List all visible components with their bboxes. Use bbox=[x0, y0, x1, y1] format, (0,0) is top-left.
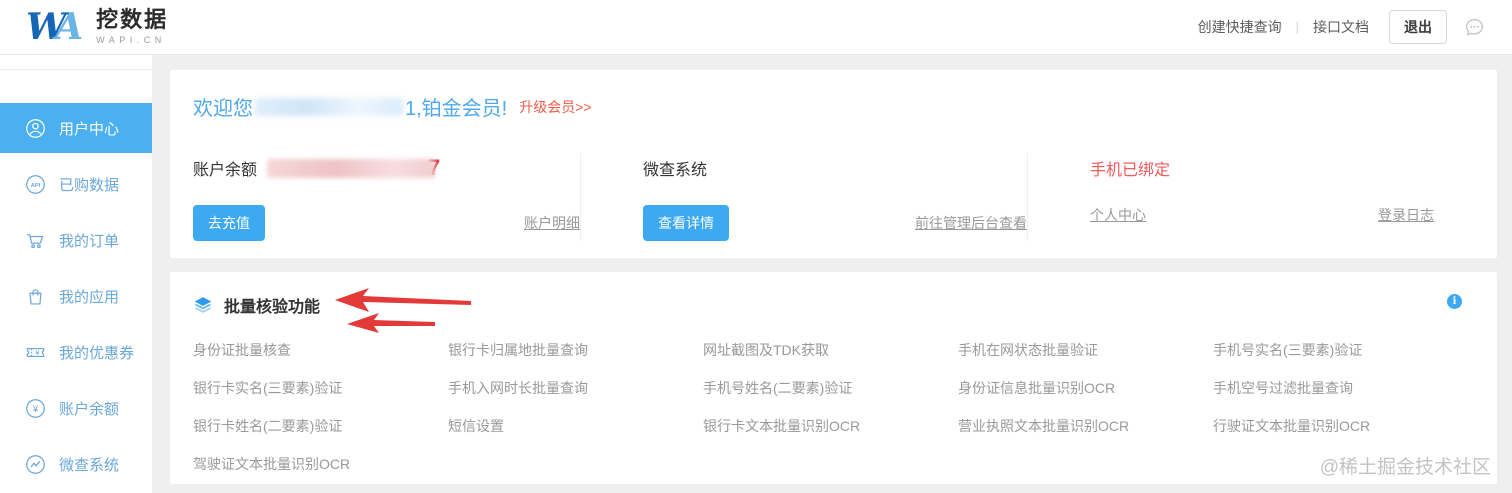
sidebar-item-label: 微查系统 bbox=[59, 456, 120, 474]
batch-function-link[interactable]: 银行卡实名(三要素)验证 bbox=[193, 369, 448, 407]
svg-text:¥: ¥ bbox=[35, 348, 40, 357]
phone-bound-status: 手机已绑定 bbox=[1090, 162, 1171, 179]
coupon-icon: ¥ bbox=[24, 342, 46, 363]
account-detail-link[interactable]: 账户明细 bbox=[524, 213, 580, 233]
cart-icon bbox=[24, 230, 46, 251]
batch-function-link[interactable]: 手机入网时长批量查询 bbox=[448, 369, 703, 407]
batch-function-link[interactable]: 短信设置 bbox=[448, 407, 703, 445]
phone-binding-section: 手机已绑定 个人中心 登录日志 bbox=[1027, 153, 1474, 241]
login-log-link[interactable]: 登录日志 bbox=[1378, 205, 1434, 225]
upgrade-membership-link[interactable]: 升级会员>> bbox=[519, 97, 591, 117]
sidebar-item-label: 已购数据 bbox=[59, 176, 120, 194]
main-content: 欢迎您1,铂金会员! 升级会员>> 账户余额 7 去充值 账户明细 bbox=[152, 55, 1512, 493]
wecha-system-label: 微查系统 bbox=[643, 162, 708, 179]
sidebar-item-label: 用户中心 bbox=[59, 120, 120, 138]
sidebar: 用户中心 API 已购数据 我的订单 我的应用 ¥ 我的优惠券 ¥ 账户余额 微… bbox=[0, 55, 152, 493]
user-icon bbox=[24, 118, 46, 139]
brand-domain: WAPI.CN bbox=[96, 34, 166, 45]
sidebar-item[interactable]: API 已购数据 bbox=[0, 159, 152, 209]
sidebar-item[interactable]: 我的应用 bbox=[0, 271, 152, 321]
batch-function-link[interactable]: 驾驶证文本批量识别OCR bbox=[193, 445, 448, 483]
redacted-balance-amount bbox=[267, 158, 436, 178]
app-header: WA 挖数据 WAPI.CN 创建快捷查询 接口文档 退出 bbox=[0, 0, 1512, 55]
layers-icon bbox=[193, 295, 213, 315]
sidebar-item[interactable]: 用户中心 bbox=[0, 103, 152, 153]
wecha-system-section: 微查系统 查看详情 前往管理后台查看 bbox=[580, 153, 1027, 241]
batch-function-link[interactable]: 网址截图及TDK获取 bbox=[703, 331, 958, 369]
batch-function-link[interactable]: 银行卡归属地批量查询 bbox=[448, 331, 703, 369]
community-watermark: @稀土掘金技术社区 bbox=[1319, 457, 1491, 478]
wa-logo-icon: WA bbox=[26, 5, 83, 48]
create-quick-query-link[interactable]: 创建快捷查询 bbox=[1198, 17, 1282, 37]
svg-text:¥: ¥ bbox=[31, 404, 38, 415]
batch-function-link[interactable]: 手机号姓名(二要素)验证 bbox=[703, 369, 958, 407]
batch-function-link[interactable]: 银行卡姓名(二要素)验证 bbox=[193, 407, 448, 445]
welcome-message: 欢迎您 1,铂金会员! bbox=[193, 97, 508, 120]
sidebar-item-label: 我的应用 bbox=[59, 288, 120, 306]
sidebar-item-label: 我的订单 bbox=[59, 232, 120, 250]
message-bubble-icon[interactable] bbox=[1463, 16, 1486, 39]
svg-text:API: API bbox=[30, 182, 40, 188]
balance-label: 账户余额 bbox=[193, 162, 258, 179]
chart-icon bbox=[24, 454, 46, 475]
admin-backend-link[interactable]: 前往管理后台查看 bbox=[915, 213, 1027, 233]
batch-function-link[interactable]: 银行卡文本批量识别OCR bbox=[703, 407, 958, 445]
sidebar-item[interactable]: 微查系统 bbox=[0, 439, 152, 489]
header-separator bbox=[1296, 18, 1299, 36]
batch-verification-card: 批量核验功能 身份证批量核查 银行卡归属地批量查询 网址截图及TDK获取 手机 bbox=[170, 272, 1497, 484]
sidebar-divider bbox=[0, 69, 152, 70]
yuan-icon: ¥ bbox=[24, 398, 46, 419]
api-icon: API bbox=[24, 174, 46, 195]
batch-function-link[interactable]: 行驶证文本批量识别OCR bbox=[1213, 407, 1468, 445]
batch-section-title: 批量核验功能 bbox=[224, 299, 321, 316]
sidebar-item-label: 我的优惠券 bbox=[59, 344, 135, 362]
batch-function-link[interactable]: 手机号实名(三要素)验证 bbox=[1213, 331, 1468, 369]
bag-icon bbox=[24, 286, 46, 307]
brand-logo[interactable]: WA 挖数据 WAPI.CN bbox=[26, 8, 168, 45]
sidebar-item-label: 账户余额 bbox=[59, 400, 120, 418]
batch-function-link[interactable]: 营业执照文本批量识别OCR bbox=[958, 407, 1213, 445]
redacted-phone-number bbox=[255, 97, 403, 116]
sidebar-item[interactable]: ¥ 账户余额 bbox=[0, 383, 152, 433]
sidebar-item[interactable]: ¥ 我的优惠券 bbox=[0, 327, 152, 377]
api-docs-link[interactable]: 接口文档 bbox=[1313, 17, 1369, 37]
batch-function-link[interactable]: 身份证信息批量识别OCR bbox=[958, 369, 1213, 407]
view-details-button[interactable]: 查看详情 bbox=[643, 205, 729, 241]
batch-function-link[interactable]: 身份证批量核查 bbox=[193, 331, 448, 369]
balance-section: 账户余额 7 去充值 账户明细 bbox=[193, 153, 580, 241]
batch-function-link[interactable]: 手机空号过滤批量查询 bbox=[1213, 369, 1468, 407]
batch-function-link[interactable]: 手机在网状态批量验证 bbox=[958, 331, 1213, 369]
brand-name: 挖数据 bbox=[96, 7, 169, 33]
info-icon[interactable] bbox=[1447, 294, 1462, 309]
account-overview-card: 欢迎您1,铂金会员! 升级会员>> 账户余额 7 去充值 账户明细 bbox=[170, 70, 1497, 258]
recharge-button[interactable]: 去充值 bbox=[193, 205, 265, 241]
sidebar-item[interactable]: 我的订单 bbox=[0, 215, 152, 265]
logout-button[interactable]: 退出 bbox=[1389, 10, 1447, 44]
personal-center-link[interactable]: 个人中心 bbox=[1090, 205, 1146, 225]
